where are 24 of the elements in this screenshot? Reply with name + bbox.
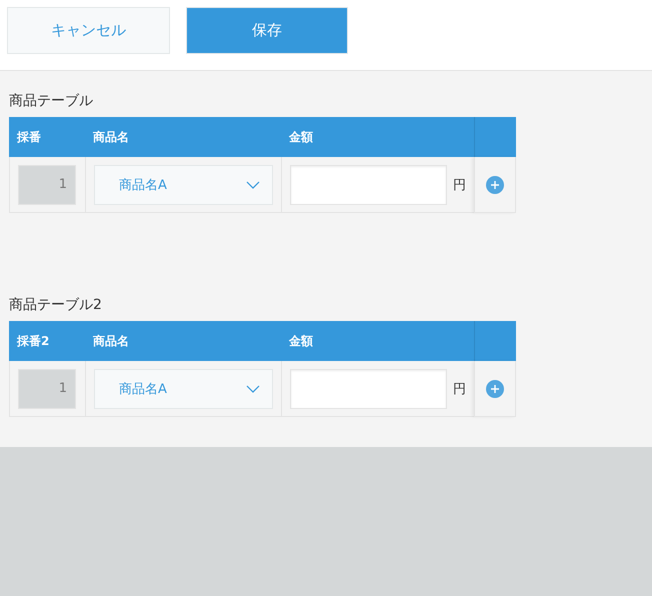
save-button[interactable]: 保存 xyxy=(186,7,348,54)
number-field: 1 xyxy=(18,368,76,408)
column-header: 商品名 xyxy=(85,117,281,157)
amount-field[interactable] xyxy=(290,164,447,204)
product-select[interactable]: 商品名A xyxy=(94,164,273,204)
column-header: 採番 xyxy=(9,117,85,157)
column-header xyxy=(474,117,516,157)
add-row-icon[interactable] xyxy=(486,176,504,194)
column-header: 金額 xyxy=(281,117,474,157)
chevron-down-icon xyxy=(246,180,260,188)
table-title: 商品テーブル2 xyxy=(9,296,103,315)
cancel-button[interactable]: キャンセル xyxy=(7,7,170,54)
column-header: 金額 xyxy=(281,321,474,361)
currency-unit: 円 xyxy=(453,380,466,398)
chevron-down-icon xyxy=(246,384,260,392)
product-select[interactable]: 商品名A xyxy=(94,368,273,408)
number-field: 1 xyxy=(18,164,76,204)
column-header: 採番2 xyxy=(9,321,85,361)
table-title: 商品テーブル xyxy=(9,92,94,111)
amount-field[interactable] xyxy=(290,368,447,408)
column-header: 商品名 xyxy=(85,321,281,361)
add-row-icon[interactable] xyxy=(486,380,504,398)
currency-unit: 円 xyxy=(453,176,466,194)
column-header xyxy=(474,321,516,361)
